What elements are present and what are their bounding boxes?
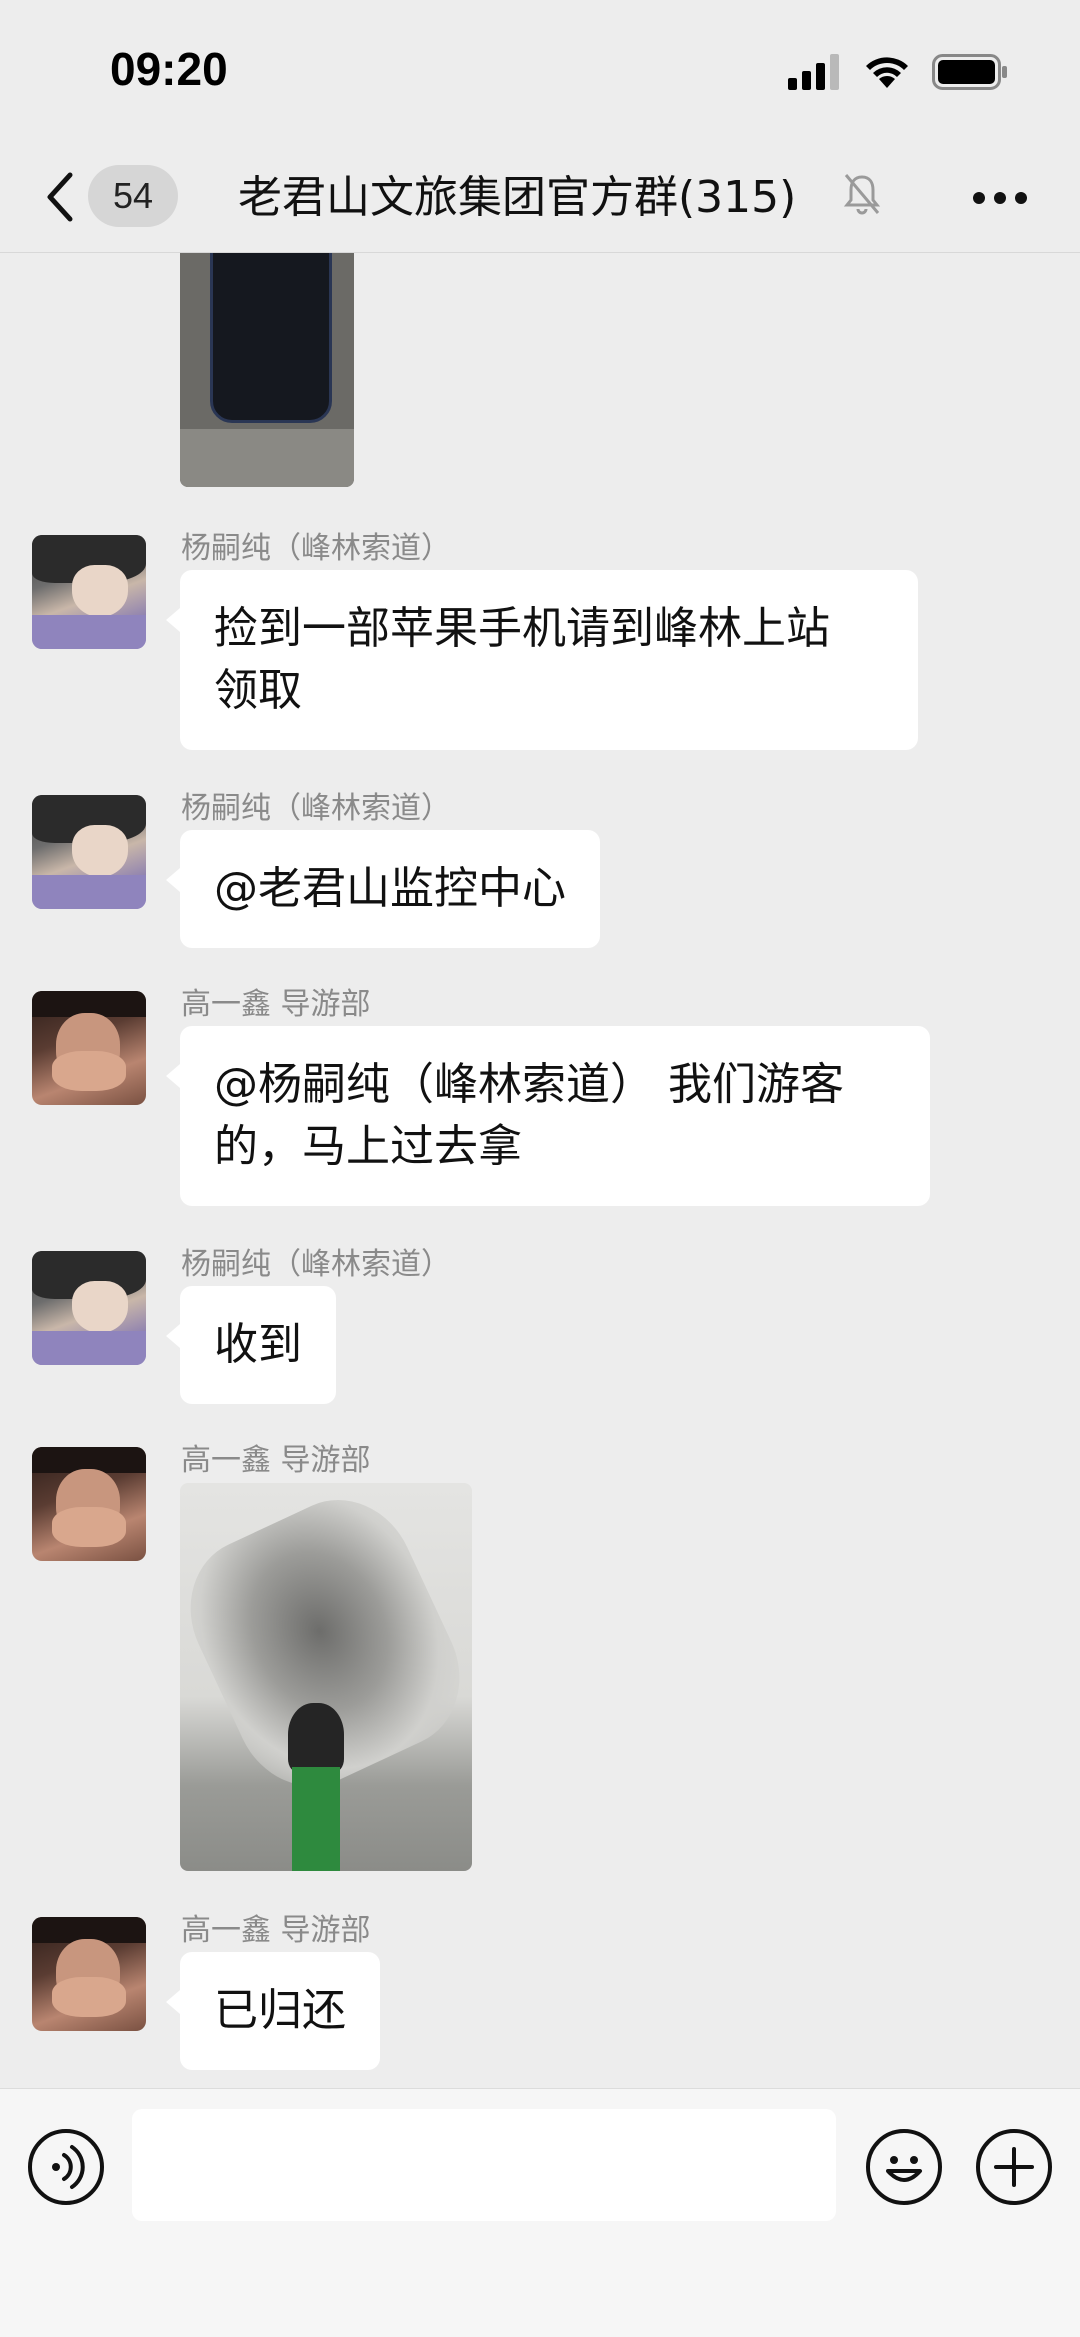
- chevron-left-icon[interactable]: [40, 167, 80, 227]
- status-bar: 09:20: [0, 0, 1080, 145]
- wifi-icon: [866, 57, 908, 88]
- sender-name: 高一鑫 导游部: [181, 987, 371, 1022]
- sender-name: 杨嗣纯（峰林索道）: [181, 531, 451, 566]
- message-text: 已归还: [214, 1985, 346, 2036]
- sender-name: 杨嗣纯（峰林索道）: [181, 1247, 451, 1282]
- battery-icon: [932, 54, 1007, 90]
- image-message[interactable]: [180, 253, 354, 487]
- voice-icon: [52, 2145, 85, 2189]
- message-text: 的，马上过去拿: [214, 1121, 522, 1172]
- emoji-icon: [886, 2156, 922, 2182]
- phone-photo: [210, 253, 332, 423]
- input-bar: [0, 2088, 1080, 2337]
- avatar[interactable]: [32, 795, 146, 909]
- unread-count-badge[interactable]: 54: [88, 165, 178, 227]
- voice-button[interactable]: [28, 2129, 104, 2205]
- cellular-signal-icon: [788, 54, 839, 90]
- more-icon[interactable]: [972, 191, 1028, 205]
- status-time: 09:20: [110, 43, 228, 95]
- sender-name: 杨嗣纯（峰林索道）: [181, 791, 451, 826]
- bell-off-icon: [843, 174, 881, 215]
- plus-icon: [994, 2147, 1034, 2187]
- message-text: @老君山监控中心: [214, 863, 566, 914]
- chat-message-list[interactable]: 杨嗣纯（峰林索道） 捡到一部苹果手机请到峰林上站 领取 杨嗣纯（峰林索道） @老…: [0, 253, 1080, 2088]
- message-bubble[interactable]: @老君山监控中心: [166, 830, 600, 948]
- avatar[interactable]: [32, 535, 146, 649]
- plus-button[interactable]: [976, 2129, 1052, 2205]
- avatar[interactable]: [32, 1251, 146, 1365]
- chat-title: 老君山文旅集团官方群(315): [238, 172, 797, 223]
- avatar[interactable]: [32, 1447, 146, 1561]
- sender-name: 高一鑫 导游部: [181, 1443, 371, 1478]
- chat-header: 54 老君山文旅集团官方群(315): [0, 145, 1080, 253]
- message-text: 收到: [214, 1319, 302, 1370]
- message-text: 领取: [214, 665, 302, 716]
- status-icons: [788, 50, 1008, 94]
- message-input[interactable]: [132, 2109, 836, 2221]
- message-text: @杨嗣纯（峰林索道） 我们游客: [214, 1059, 844, 1110]
- emoji-button[interactable]: [866, 2129, 942, 2205]
- sender-name: 高一鑫 导游部: [181, 1913, 371, 1948]
- message-bubble[interactable]: 收到: [166, 1286, 336, 1404]
- message-bubble[interactable]: @杨嗣纯（峰林索道） 我们游客 的，马上过去拿: [166, 1026, 930, 1206]
- message-bubble[interactable]: 捡到一部苹果手机请到峰林上站 领取: [166, 570, 918, 750]
- avatar[interactable]: [32, 1917, 146, 2031]
- message-bubble[interactable]: 已归还: [166, 1952, 380, 2070]
- avatar[interactable]: [32, 991, 146, 1105]
- image-message[interactable]: [180, 1483, 472, 1871]
- message-text: 捡到一部苹果手机请到峰林上站: [214, 603, 830, 654]
